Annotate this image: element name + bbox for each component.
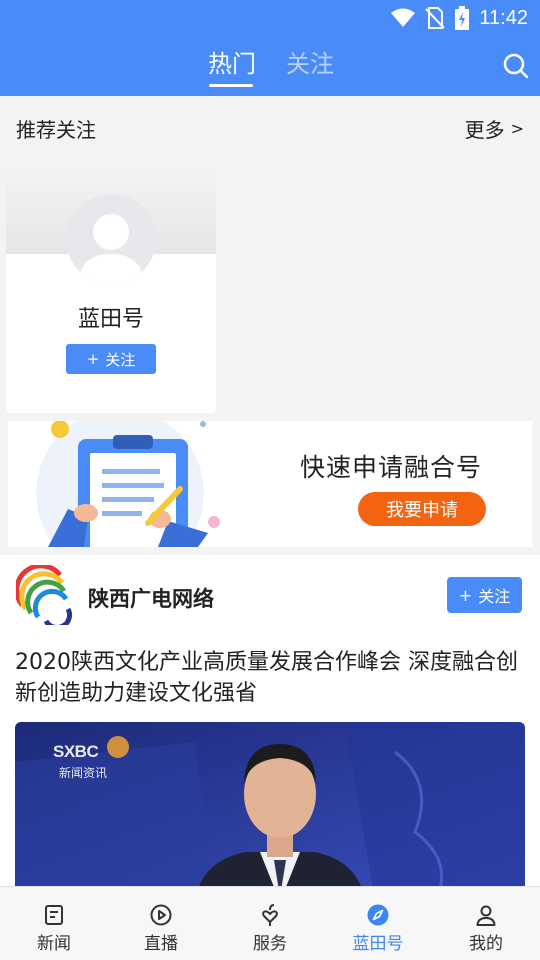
article-title[interactable]: 2020陕西文化产业高质量发展合作峰会 深度融合创新创造助力建设文化强省	[15, 647, 527, 709]
user-icon	[476, 905, 496, 926]
recommend-title: 推荐关注	[16, 118, 96, 142]
search-icon	[503, 53, 529, 79]
source-logo-icon[interactable]	[16, 565, 76, 625]
follow-label: 关注	[105, 350, 136, 369]
avatar	[66, 194, 156, 284]
clipboard-illustration	[36, 421, 220, 547]
nav-item-service[interactable]: 服务	[220, 887, 320, 960]
status-time: 11:42	[479, 6, 528, 29]
article-image[interactable]: SXBC 新闻资讯	[15, 722, 525, 886]
nav-label-live: 直播	[144, 934, 178, 954]
plus-icon: +	[86, 350, 100, 368]
banner-title: 快速申请融合号	[300, 453, 483, 482]
nav-label-service: 服务	[253, 934, 287, 954]
source-name[interactable]: 陕西广电网络	[88, 583, 214, 613]
source-follow-button[interactable]: + 关注	[447, 577, 522, 613]
tab-hot[interactable]: 热门	[208, 44, 256, 79]
nav-item-mine[interactable]: 我的	[436, 887, 536, 960]
status-bar: 11:42	[391, 6, 528, 30]
more-link[interactable]: 更多 >	[465, 114, 524, 143]
active-tab-indicator	[209, 84, 253, 87]
channel-logo: SXBC	[53, 742, 99, 761]
bottom-navigation: 新闻 直播 服务 蓝田号 我的	[0, 886, 540, 960]
channel-caption: 新闻资讯	[59, 766, 108, 780]
plus-icon: +	[458, 585, 473, 605]
nav-label-lantian: 蓝田号	[352, 934, 404, 954]
wifi-icon	[391, 8, 416, 27]
compass-icon	[367, 904, 389, 926]
battery-charging-icon	[455, 6, 470, 30]
nav-label-mine: 我的	[469, 934, 503, 954]
top-tabs: 热门 关注	[0, 44, 540, 88]
apply-banner[interactable]: 快速申请融合号 我要申请	[8, 421, 532, 547]
recommend-card[interactable]: 蓝田号 + 关注	[6, 164, 216, 413]
nav-item-live[interactable]: 直播	[111, 887, 211, 960]
service-icon	[262, 904, 278, 926]
nav-label-news: 新闻	[37, 934, 71, 954]
nav-item-lantian[interactable]: 蓝田号	[328, 887, 428, 960]
nav-item-news[interactable]: 新闻	[4, 887, 104, 960]
default-avatar-icon	[66, 194, 156, 284]
feed-card: 陕西广电网络 + 关注 2020陕西文化产业高质量发展合作峰会 深度融合创新创造…	[0, 555, 540, 886]
tab-follow[interactable]: 关注	[286, 44, 334, 79]
chevron-right-icon: >	[510, 119, 524, 138]
search-button[interactable]	[502, 52, 530, 80]
channel-logo-badge	[107, 736, 129, 758]
follow-button[interactable]: + 关注	[66, 344, 156, 374]
play-icon	[150, 904, 172, 926]
follow-label: 关注	[478, 587, 511, 606]
top-header: 11:42 热门 关注	[0, 0, 540, 96]
account-name: 蓝田号	[77, 307, 144, 332]
apply-button[interactable]: 我要申请	[358, 492, 486, 526]
news-icon	[45, 905, 63, 925]
more-label: 更多	[464, 118, 505, 142]
no-sim-icon	[425, 7, 446, 29]
